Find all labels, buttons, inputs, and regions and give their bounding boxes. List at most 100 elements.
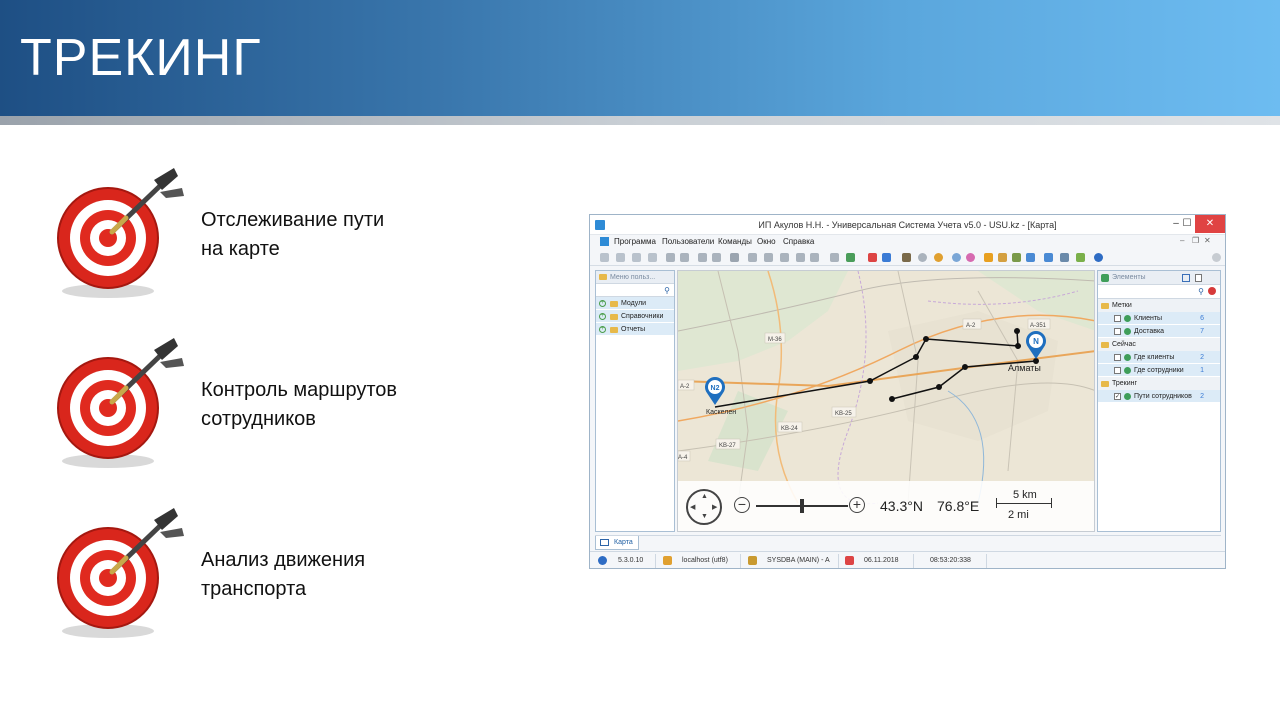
toolbar-info-icon[interactable] [1094, 253, 1103, 262]
clear-search-icon[interactable] [1208, 287, 1216, 295]
toolbar-bulb-icon[interactable] [934, 253, 943, 262]
mdi-close-button[interactable]: ✕ [1204, 236, 1211, 245]
status-separator [740, 554, 741, 568]
toolbar-copy-icon[interactable] [616, 253, 625, 262]
layer-label: Где сотрудники [1134, 367, 1184, 374]
pan-up-icon[interactable]: ▲ [701, 493, 708, 500]
toolbar-tool-icon[interactable] [1026, 253, 1035, 262]
toolbar-window-icon[interactable] [882, 253, 891, 262]
group-marks[interactable]: Метки [1098, 299, 1220, 312]
layer-checkbox[interactable] [1114, 367, 1121, 374]
search-icon[interactable]: ⚲ [664, 286, 670, 295]
layer-count: 1 [1200, 367, 1204, 374]
expand-icon[interactable]: + [599, 326, 606, 333]
menu-item-window[interactable]: Окно [757, 237, 776, 246]
road-label: M-36 [768, 337, 782, 343]
expand-icon[interactable]: + [599, 313, 606, 320]
toolbar-new-icon[interactable] [600, 253, 609, 262]
map-controls: ▲ ▼ ◀ ▶ − + 43.3°N 76.8°E 5 km 2 mi [678, 481, 1094, 531]
map-pan-control[interactable]: ▲ ▼ ◀ ▶ [686, 489, 722, 525]
layer-item-delivery[interactable]: Доставка 7 [1098, 325, 1220, 338]
feature-item: Отслеживание пути на карте [50, 166, 450, 306]
scale-mi-label: 2 mi [1008, 509, 1029, 521]
map-tab-icon [600, 539, 609, 546]
scale-tick [1051, 498, 1052, 508]
toolbar-search-icon[interactable] [680, 253, 689, 262]
toolbar-flag-icon[interactable] [730, 253, 739, 262]
toolbar-export-icon[interactable] [830, 253, 839, 262]
route-point [936, 384, 942, 390]
road-label: A-351 [1030, 323, 1047, 329]
zoom-in-button[interactable]: + [849, 497, 865, 513]
toolbar-refresh-icon[interactable] [666, 253, 675, 262]
toolbar-grid3-icon[interactable] [780, 253, 789, 262]
app-menu-icon [600, 237, 609, 246]
group-tracking[interactable]: Трекинг [1098, 377, 1220, 390]
layer-checkbox[interactable] [1114, 354, 1121, 361]
toolbar-excel-icon[interactable] [846, 253, 855, 262]
menu-item-users[interactable]: Пользователи [662, 237, 714, 246]
scale-km-label: 5 km [1013, 489, 1037, 501]
pan-down-icon[interactable]: ▼ [701, 513, 708, 520]
toolbar-filter-icon[interactable] [698, 253, 707, 262]
layer-checkbox[interactable] [1114, 315, 1121, 322]
layer-item-employee-paths[interactable]: ✓ Пути сотрудников 2 [1098, 390, 1220, 403]
toolbar-chart-icon[interactable] [966, 253, 975, 262]
left-search-row[interactable]: ⚲ [596, 284, 674, 297]
toolbar-table-icon[interactable] [1044, 253, 1053, 262]
pan-left-icon[interactable]: ◀ [690, 503, 695, 511]
feature-line: транспорта [201, 578, 307, 600]
menu-item-program[interactable]: Программа [614, 237, 656, 246]
toolbar-clock-icon[interactable] [918, 253, 927, 262]
menu-item-help[interactable]: Справка [783, 237, 814, 246]
expand-icon[interactable]: + [599, 300, 606, 307]
toolbar-report-icon[interactable] [868, 253, 877, 262]
nav-item-directories[interactable]: + Справочники [596, 310, 674, 323]
toolbar-filter-clear-icon[interactable] [712, 253, 721, 262]
nav-item-reports[interactable]: + Отчеты [596, 323, 674, 336]
mdi-restore-button[interactable]: ❐ [1192, 236, 1199, 245]
toolbar-grid2-icon[interactable] [764, 253, 773, 262]
menu-item-commands[interactable]: Команды [718, 237, 752, 246]
mdi-minimize-button[interactable]: – [1180, 236, 1184, 245]
toolbar-forward-icon[interactable] [810, 253, 819, 262]
zoom-out-button[interactable]: − [734, 497, 750, 513]
toolbar-options-icon[interactable] [1212, 253, 1221, 262]
tab-map[interactable]: Карта [595, 536, 639, 550]
slide-title: ТРЕКИНГ [20, 29, 262, 87]
zoom-slider-handle[interactable] [800, 499, 804, 513]
check-all-icon[interactable] [1182, 274, 1190, 282]
uncheck-all-icon[interactable] [1195, 274, 1202, 282]
nav-item-modules[interactable]: + Модули [596, 297, 674, 310]
status-separator [838, 554, 839, 568]
group-now[interactable]: Сейчас [1098, 338, 1220, 351]
layer-checkbox[interactable] [1114, 328, 1121, 335]
toolbar-back-icon[interactable] [796, 253, 805, 262]
layer-item-clients[interactable]: Клиенты 6 [1098, 312, 1220, 325]
toolbar-play-icon[interactable] [1076, 253, 1085, 262]
toolbar-grid-icon[interactable] [748, 253, 757, 262]
pan-right-icon[interactable]: ▶ [712, 503, 717, 511]
target-dart-icon [57, 168, 184, 298]
status-separator [913, 554, 914, 568]
search-icon[interactable]: ⚲ [1198, 287, 1204, 296]
toolbar-edit-icon[interactable] [632, 253, 641, 262]
toolbar-lock-icon[interactable] [998, 253, 1007, 262]
feature-item: Контроль маршрутов сотрудников [50, 336, 450, 476]
toolbar-users-icon[interactable] [1012, 253, 1021, 262]
slide: ТРЕКИНГ Отслеживание пути на карте Контр… [0, 0, 1280, 720]
status-separator [655, 554, 656, 568]
toolbar-rss-icon[interactable] [984, 253, 993, 262]
toolbar-delete-icon[interactable] [648, 253, 657, 262]
layer-checkbox-checked[interactable]: ✓ [1114, 393, 1121, 400]
toolbar-globe-icon[interactable] [952, 253, 961, 262]
nav-item-label: Отчеты [621, 326, 646, 333]
layer-item-where-clients[interactable]: Где клиенты 2 [1098, 351, 1220, 364]
toolbar-exit-icon[interactable] [902, 253, 911, 262]
layer-icon [1124, 354, 1131, 361]
map-view[interactable]: M-36 A-2 A-351 A-2 KB-25 KB-24 KB-27 A-4… [677, 270, 1095, 532]
route-point [1014, 328, 1020, 334]
toolbar-print-icon[interactable] [1060, 253, 1069, 262]
layer-item-where-employees[interactable]: Где сотрудники 1 [1098, 364, 1220, 377]
close-button[interactable]: ✕ [1195, 215, 1225, 233]
